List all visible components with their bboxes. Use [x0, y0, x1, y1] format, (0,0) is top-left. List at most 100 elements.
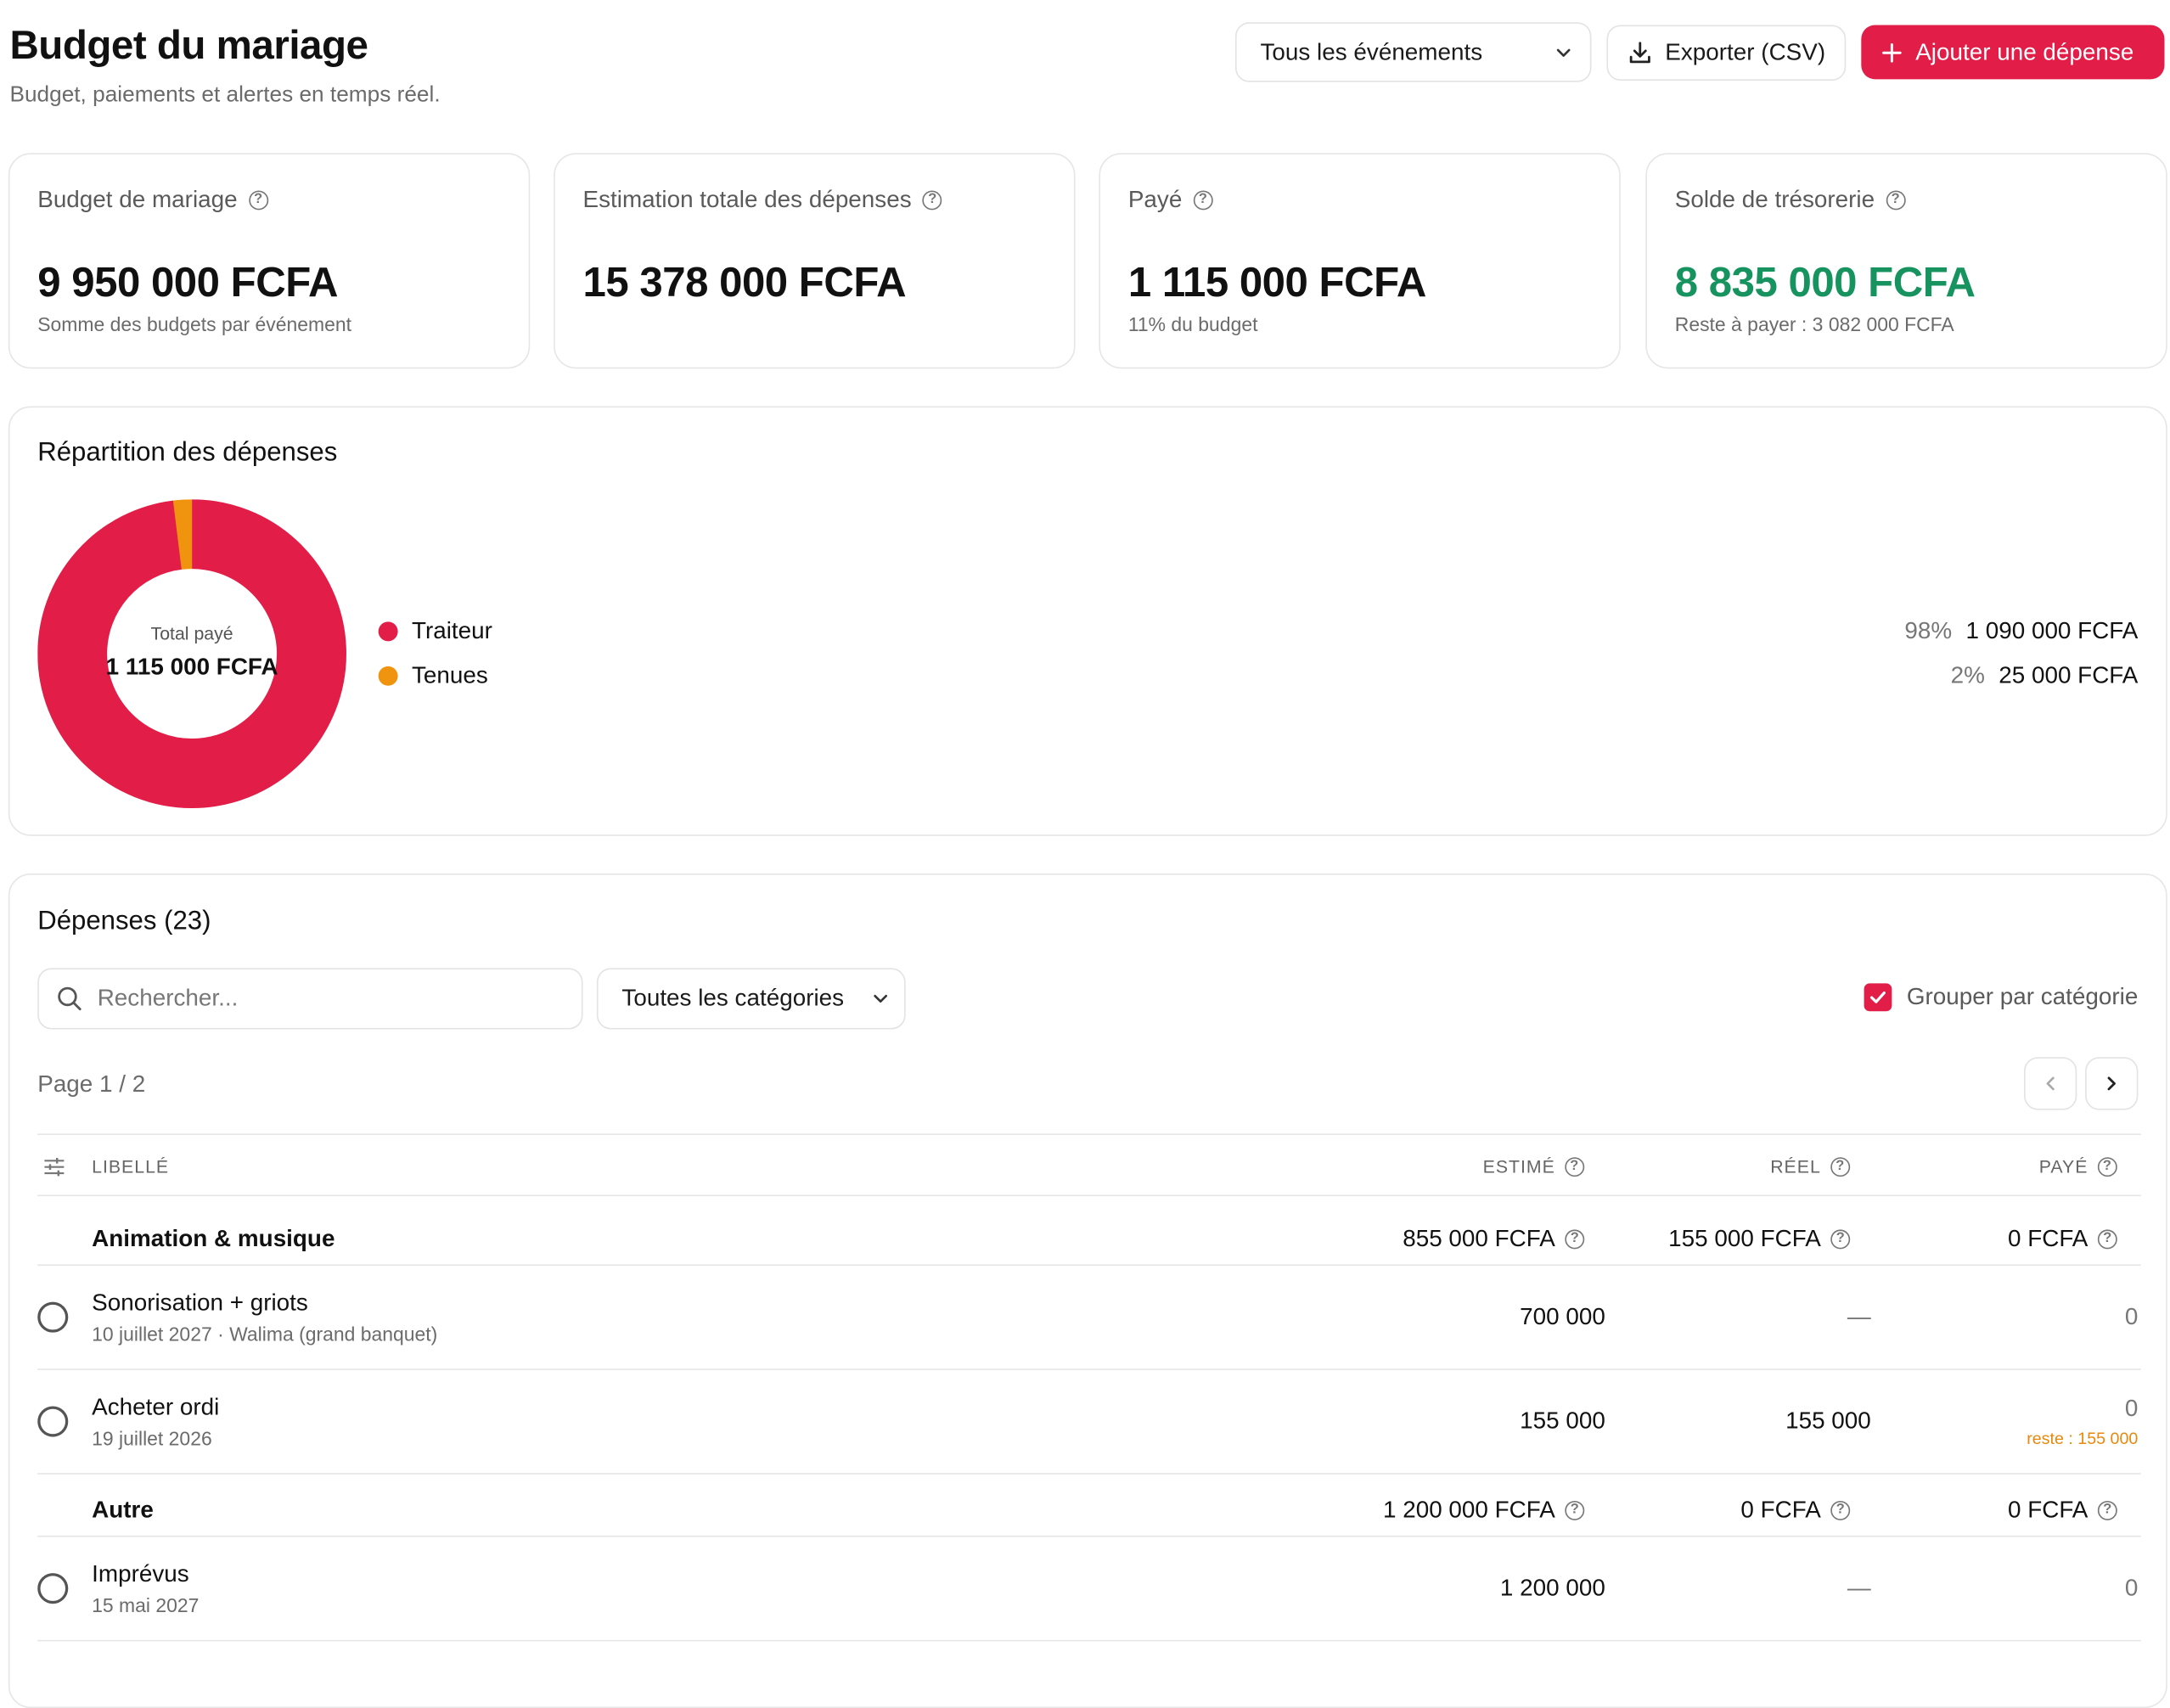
add-expense-button[interactable]: Ajouter une dépense	[1861, 25, 2165, 80]
help-icon[interactable]: ?	[1565, 1229, 1585, 1250]
amount-text: 0 FCFA	[2007, 1497, 2088, 1524]
amount-text: 0 FCFA	[1740, 1497, 1821, 1524]
group-by-label: Grouper par catégorie	[1906, 983, 2139, 1010]
chevron-down-icon	[871, 989, 891, 1009]
help-icon[interactable]: ?	[1193, 190, 1213, 211]
help-icon[interactable]: ?	[922, 190, 942, 211]
column-header-text: ESTIMÉ	[1482, 1155, 1555, 1177]
expense-estimated: 1 200 000	[1499, 1574, 1605, 1601]
group-by-checkbox[interactable]	[1864, 983, 1892, 1012]
amount-text: 0 FCFA	[2007, 1225, 2088, 1252]
category-group-title: Autre	[92, 1497, 154, 1524]
category-group-title: Animation & musique	[92, 1225, 335, 1252]
help-icon[interactable]: ?	[2097, 1156, 2117, 1177]
chevron-right-icon	[2107, 1076, 2116, 1091]
legend-amount: 1 090 000 FCFA	[1965, 617, 2139, 644]
category-filter-value: Toutes les catégories	[621, 985, 845, 1012]
event-filter-select[interactable]: Tous les événements	[1234, 22, 1592, 82]
expenses-title: Dépenses (23)	[37, 907, 211, 936]
search-input[interactable]	[94, 983, 546, 1014]
help-icon[interactable]: ?	[1830, 1156, 1851, 1177]
amount-text: 855 000 FCFA	[1403, 1225, 1555, 1252]
divider	[37, 1264, 2141, 1267]
divider	[37, 1639, 2141, 1642]
expense-title[interactable]: Acheter ordi	[92, 1394, 219, 1422]
legend-label: Tenues	[411, 661, 488, 689]
stat-card-paid: Payé? 1 115 000 FCFA 11% du budget	[1099, 153, 1621, 369]
donut-center-label: Total payé	[150, 623, 233, 644]
stat-label: Payé	[1127, 186, 1183, 213]
stat-sub: Somme des budgets par événement	[37, 312, 352, 335]
expense-estimated: 155 000	[1520, 1407, 1605, 1435]
expense-paid: 0	[2124, 1574, 2139, 1601]
legend-percent: 2%	[1950, 661, 1985, 689]
expense-breakdown-card: Répartition des dépenses Total payé 1 11…	[8, 406, 2167, 836]
stat-card-estimate: Estimation totale des dépenses? 15 378 0…	[554, 153, 1076, 369]
expense-title[interactable]: Sonorisation + griots	[92, 1289, 308, 1318]
expense-title[interactable]: Imprévus	[92, 1560, 189, 1588]
help-icon[interactable]: ?	[1565, 1156, 1585, 1177]
group-by-category-toggle[interactable]: Grouper par catégorie	[1864, 983, 2139, 1012]
next-page-button[interactable]	[2085, 1057, 2139, 1110]
column-settings[interactable]	[43, 1156, 65, 1178]
expense-select-radio[interactable]	[37, 1301, 69, 1333]
expense-subtitle: 10 juillet 2027 · Walima (grand banquet)	[92, 1323, 438, 1346]
column-header-text: PAYÉ	[2038, 1155, 2088, 1177]
stat-card-balance: Solde de trésorerie? 8 835 000 FCFA Rest…	[1645, 153, 2167, 369]
category-filter-select[interactable]: Toutes les catégories	[596, 968, 906, 1030]
check-icon	[1869, 991, 1886, 1003]
expense-paid: 0	[2124, 1395, 2139, 1422]
legend-percent: 98%	[1904, 617, 1953, 644]
page-title: Budget du mariage	[9, 23, 368, 69]
legend-dot	[378, 621, 398, 642]
stat-value: 9 950 000 FCFA	[37, 260, 339, 306]
expense-select-radio[interactable]	[37, 1406, 69, 1437]
expenses-card: Dépenses (23) Toutes les catégories Grou…	[8, 873, 2167, 1708]
export-csv-button[interactable]: Exporter (CSV)	[1606, 25, 1847, 81]
group-estimated: 855 000 FCFA?	[1403, 1225, 1585, 1254]
donut-center-value: 1 115 000 FCFA	[105, 654, 278, 681]
group-paid: 0 FCFA?	[2008, 1226, 2117, 1254]
help-icon[interactable]: ?	[1565, 1500, 1585, 1520]
divider	[37, 1368, 2141, 1370]
stat-sub: 11% du budget	[1127, 312, 1258, 335]
divider	[37, 1473, 2141, 1475]
breakdown-title: Répartition des dépenses	[37, 438, 338, 468]
column-header-label: LIBELLÉ	[92, 1155, 170, 1177]
search-field[interactable]	[37, 968, 583, 1030]
plus-icon	[1880, 41, 1903, 63]
stat-sub: Reste à payer : 3 082 000 FCFA	[1674, 312, 1954, 335]
stat-label: Budget de mariage	[37, 186, 238, 213]
help-icon[interactable]: ?	[2097, 1500, 2117, 1520]
expense-real: —	[1847, 1574, 1871, 1601]
divider	[37, 1133, 2141, 1136]
stat-label: Solde de trésorerie	[1674, 186, 1875, 213]
chevron-down-icon	[1554, 42, 1573, 62]
expense-real: 155 000	[1785, 1407, 1871, 1435]
prev-page-button[interactable]	[2024, 1057, 2077, 1110]
help-icon[interactable]: ?	[1830, 1229, 1851, 1250]
chevron-left-icon	[2046, 1076, 2055, 1091]
legend-dot	[378, 666, 398, 686]
expense-subtitle: 19 juillet 2026	[92, 1427, 212, 1450]
help-icon[interactable]: ?	[1886, 190, 1906, 211]
stat-value: 8 835 000 FCFA	[1674, 260, 1976, 306]
help-icon[interactable]: ?	[1830, 1500, 1851, 1520]
legend-label: Traiteur	[411, 617, 492, 644]
help-icon[interactable]: ?	[2097, 1229, 2117, 1250]
amount-text: 155 000 FCFA	[1668, 1225, 1821, 1252]
expense-paid: 0	[2124, 1303, 2139, 1330]
legend-value-traiteur: 98% 1 090 000 FCFA	[1904, 617, 2138, 645]
amount-text: 1 200 000 FCFA	[1382, 1497, 1555, 1524]
expense-select-radio[interactable]	[37, 1573, 69, 1604]
expense-estimated: 700 000	[1520, 1303, 1605, 1330]
column-header-real[interactable]: RÉEL?	[1770, 1155, 1851, 1177]
column-header-paid[interactable]: PAYÉ?	[2039, 1156, 2117, 1177]
divider	[37, 1194, 2141, 1197]
column-header-estimated[interactable]: ESTIMÉ?	[1483, 1156, 1585, 1177]
column-header-text: RÉEL	[1770, 1155, 1821, 1177]
help-icon[interactable]: ?	[248, 190, 268, 211]
export-csv-label: Exporter (CSV)	[1665, 38, 1826, 66]
expense-real: —	[1847, 1303, 1871, 1330]
page-subtitle: Budget, paiements et alertes en temps ré…	[9, 83, 441, 108]
